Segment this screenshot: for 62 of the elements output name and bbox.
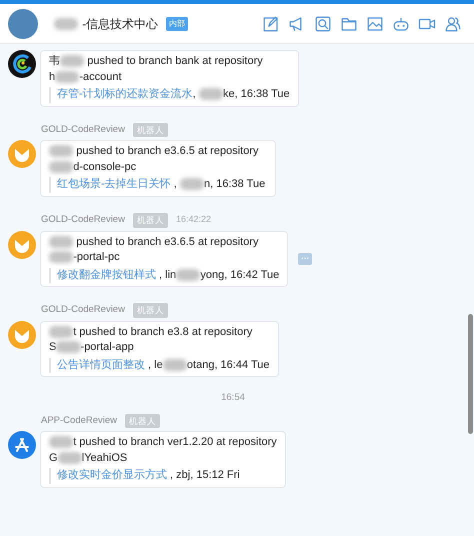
redaction-blur (49, 436, 74, 448)
redaction-blur (54, 18, 78, 30)
message-text: G (49, 452, 58, 464)
commit-link[interactable]: 修改翻金牌按钮样式 (57, 268, 156, 280)
sender-name: GOLD-CodeReview (41, 303, 125, 318)
scrollbar-thumb[interactable] (468, 314, 473, 434)
message-text: otang, 16:44 Tue (186, 358, 270, 371)
logo-icon (8, 50, 36, 78)
redaction-blur (198, 88, 223, 100)
commit-link[interactable]: 红包场景-去掉生日关怀 (57, 178, 171, 190)
sender-name: GOLD-CodeReview (41, 213, 125, 227)
search-icon[interactable] (314, 14, 332, 32)
redaction-blur (56, 341, 81, 354)
group-avatar (8, 8, 38, 38)
robot-avatar-icon (8, 140, 36, 168)
redaction-blur (49, 326, 74, 338)
message-text: , lin (158, 268, 176, 280)
commit-link[interactable]: 公告详情页面整改 (57, 358, 145, 371)
message-text: h (49, 70, 56, 82)
time-divider: 16:54 (220, 391, 246, 406)
sender-name: GOLD-CodeReview (41, 122, 125, 137)
redaction-blur (55, 70, 80, 83)
redaction-blur (49, 160, 74, 173)
message-text: pushed to branch e3.6.5 at repository (75, 145, 258, 158)
message-text: 韦 (49, 55, 60, 67)
image-icon[interactable] (366, 14, 384, 32)
message-time: 16:42:22 (176, 213, 211, 226)
people-icon[interactable] (444, 14, 462, 32)
message-text: yong, 16:42 Tue (200, 268, 280, 280)
redaction-blur (49, 145, 74, 158)
robot-avatar-icon (8, 230, 36, 258)
message-text: , (192, 88, 197, 100)
message-text: pushed to branch bank at repository (86, 55, 263, 67)
redaction-blur (60, 55, 84, 68)
app-store-icon (8, 431, 36, 460)
robot-avatar-icon (8, 320, 36, 349)
message-text: t pushed to branch e3.8 at repository (73, 326, 252, 338)
message-text: lYeahiOS (82, 452, 128, 464)
message-text: t pushed to branch ver1.2.20 at repository (73, 436, 277, 448)
redaction-blur (49, 236, 74, 248)
redaction-blur (162, 358, 187, 371)
message-text: , le (147, 358, 163, 371)
message-text: -account (79, 70, 122, 82)
group-title: -信息技术中心 (82, 16, 158, 32)
message-text: , (172, 178, 178, 190)
message-text: -portal-app (80, 341, 134, 354)
message-text: ke, 16:38 Tue (222, 88, 290, 100)
message-text: n, 16:38 Tue (204, 178, 266, 190)
message-text: d-console-pc (73, 160, 136, 173)
message-text: pushed to branch e3.6.5 at repository (75, 236, 258, 248)
sender-name: APP-CodeReview (41, 414, 118, 428)
message-text: , zbj, 15:12 Fri (169, 469, 240, 482)
redaction-blur (49, 251, 74, 264)
message-text: -portal-pc (73, 251, 120, 263)
edit-icon[interactable] (262, 14, 280, 32)
message-text: S (49, 341, 56, 354)
internal-badge: 内部 (166, 16, 188, 30)
redaction-blur (180, 178, 204, 190)
redaction-blur (58, 452, 82, 464)
commit-link[interactable]: 存管-计划标的还款资金流水 (57, 88, 193, 100)
commit-link[interactable]: 修改实时金价显示方式 (57, 469, 167, 482)
redaction-blur (176, 268, 200, 281)
